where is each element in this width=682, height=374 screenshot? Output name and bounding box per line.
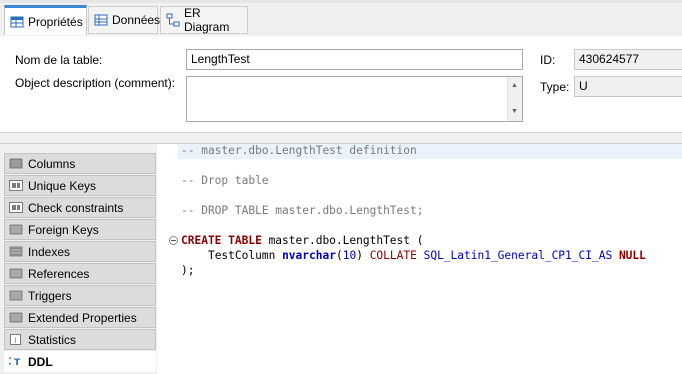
nav-item-label: Columns — [28, 156, 76, 171]
foreign-keys-icon — [9, 224, 23, 235]
nav-item-label: DDL — [28, 354, 53, 369]
table-name-label: Nom de la table: — [15, 53, 103, 67]
nav-item-label: Unique Keys — [28, 178, 97, 193]
panel-splitter[interactable] — [0, 132, 682, 144]
code-line-4: CREATE TABLE master.dbo.LengthTest ( — [181, 234, 423, 247]
code-keyword: NULL — [618, 249, 646, 262]
code-closing: ); — [181, 264, 195, 277]
id-value: 430624577 — [579, 52, 640, 66]
properties-panel: Nom de la table: LengthTest Object descr… — [0, 36, 682, 132]
editor-gutter — [160, 144, 178, 374]
nav-item-unique-keys[interactable]: Unique Keys — [4, 175, 156, 196]
nav-item-check-constraints[interactable]: Check constraints — [4, 197, 156, 218]
scroll-up-icon[interactable]: ▲ — [511, 79, 518, 93]
nav-item-references[interactable]: References — [4, 263, 156, 284]
code-line-5: TestColumn nvarchar(10) COLLATE SQL_Lati… — [181, 249, 646, 262]
description-scrollbar[interactable]: ▲ ▼ — [507, 77, 522, 121]
tab-properties[interactable]: Propriétés — [4, 5, 87, 35]
code-paren: ( — [335, 249, 343, 262]
code-identifier: master.dbo.LengthTest ( — [261, 234, 424, 247]
nav-item-label: References — [28, 266, 90, 281]
editor-tab-bar: Propriétés Données ER Diagram — [0, 0, 682, 36]
description-textarea[interactable]: ▲ ▼ — [186, 76, 523, 122]
table-name-value: LengthTest — [191, 52, 250, 66]
type-value: U — [579, 79, 588, 93]
table-properties-icon — [10, 15, 24, 29]
tab-label: ER Diagram — [184, 6, 230, 34]
table-name-input[interactable]: LengthTest — [186, 49, 523, 70]
svg-text:i: i — [14, 336, 17, 345]
check-constraints-icon — [9, 202, 23, 213]
scroll-down-icon[interactable]: ▼ — [511, 105, 518, 119]
type-field[interactable]: U — [574, 76, 682, 97]
nav-item-extended-properties[interactable]: Extended Properties — [4, 307, 156, 328]
id-label: ID: — [540, 53, 556, 67]
columns-icon — [9, 158, 23, 169]
nav-item-label: Extended Properties — [28, 310, 137, 325]
code-column-name: TestColumn — [207, 249, 276, 262]
svg-text:T: T — [14, 358, 21, 367]
nav-item-label: Check constraints — [28, 200, 124, 215]
ddl-icon: T — [7, 356, 23, 368]
code-collation: SQL_Latin1_General_CP1_CI_AS — [423, 249, 613, 262]
unique-keys-icon — [9, 180, 23, 191]
nav-item-indexes[interactable]: Indexes — [4, 241, 156, 262]
nav-item-label: Statistics — [28, 332, 77, 347]
er-diagram-icon — [166, 13, 180, 27]
code-line-2: -- Drop table — [181, 174, 269, 187]
nav-item-columns[interactable]: Columns — [4, 153, 156, 174]
tab-label: Données — [112, 13, 161, 27]
code-keyword: CREATE TABLE — [181, 234, 262, 247]
nav-item-label: Triggers — [28, 288, 72, 303]
tab-data[interactable]: Données — [88, 6, 161, 34]
code-comment: -- Drop table — [181, 174, 269, 187]
nav-item-foreign-keys[interactable]: Foreign Keys — [4, 219, 156, 240]
indexes-icon — [9, 246, 23, 257]
nav-item-statistics[interactable]: i Statistics — [4, 329, 156, 350]
statistics-icon: i — [9, 334, 23, 345]
description-label: Object description (comment): — [15, 76, 176, 90]
code-line-6: ); — [181, 264, 194, 277]
code-datatype: nvarchar — [282, 249, 336, 262]
data-grid-icon — [94, 13, 108, 27]
top-strip — [0, 0, 682, 3]
code-comment: -- DROP TABLE master.dbo.LengthTest; — [181, 204, 424, 217]
code-keyword: COLLATE — [369, 249, 417, 262]
code-line-1: -- master.dbo.LengthTest definition — [181, 144, 417, 157]
nav-item-label: Foreign Keys — [28, 222, 99, 237]
code-line-3: -- DROP TABLE master.dbo.LengthTest; — [181, 204, 423, 217]
code-number: 10 — [342, 249, 357, 262]
code-comment: -- master.dbo.LengthTest definition — [181, 144, 417, 157]
references-icon — [9, 268, 23, 279]
triggers-icon — [9, 290, 23, 301]
nav-item-ddl[interactable]: T DDL — [4, 351, 156, 372]
nav-item-label: Indexes — [28, 244, 71, 259]
code-paren: ) — [356, 249, 363, 262]
extended-properties-icon — [9, 312, 23, 323]
fold-collapse-icon[interactable] — [169, 236, 178, 245]
tab-er-diagram[interactable]: ER Diagram — [160, 6, 248, 34]
table-sections-nav: Columns Unique Keys Check constraints Fo… — [0, 144, 157, 374]
id-field[interactable]: 430624577 — [574, 49, 682, 70]
nav-item-triggers[interactable]: Triggers — [4, 285, 156, 306]
type-label: Type: — [540, 80, 570, 94]
tab-label: Propriétés — [28, 14, 83, 29]
ddl-code-editor[interactable]: -- master.dbo.LengthTest definition -- D… — [160, 144, 682, 374]
